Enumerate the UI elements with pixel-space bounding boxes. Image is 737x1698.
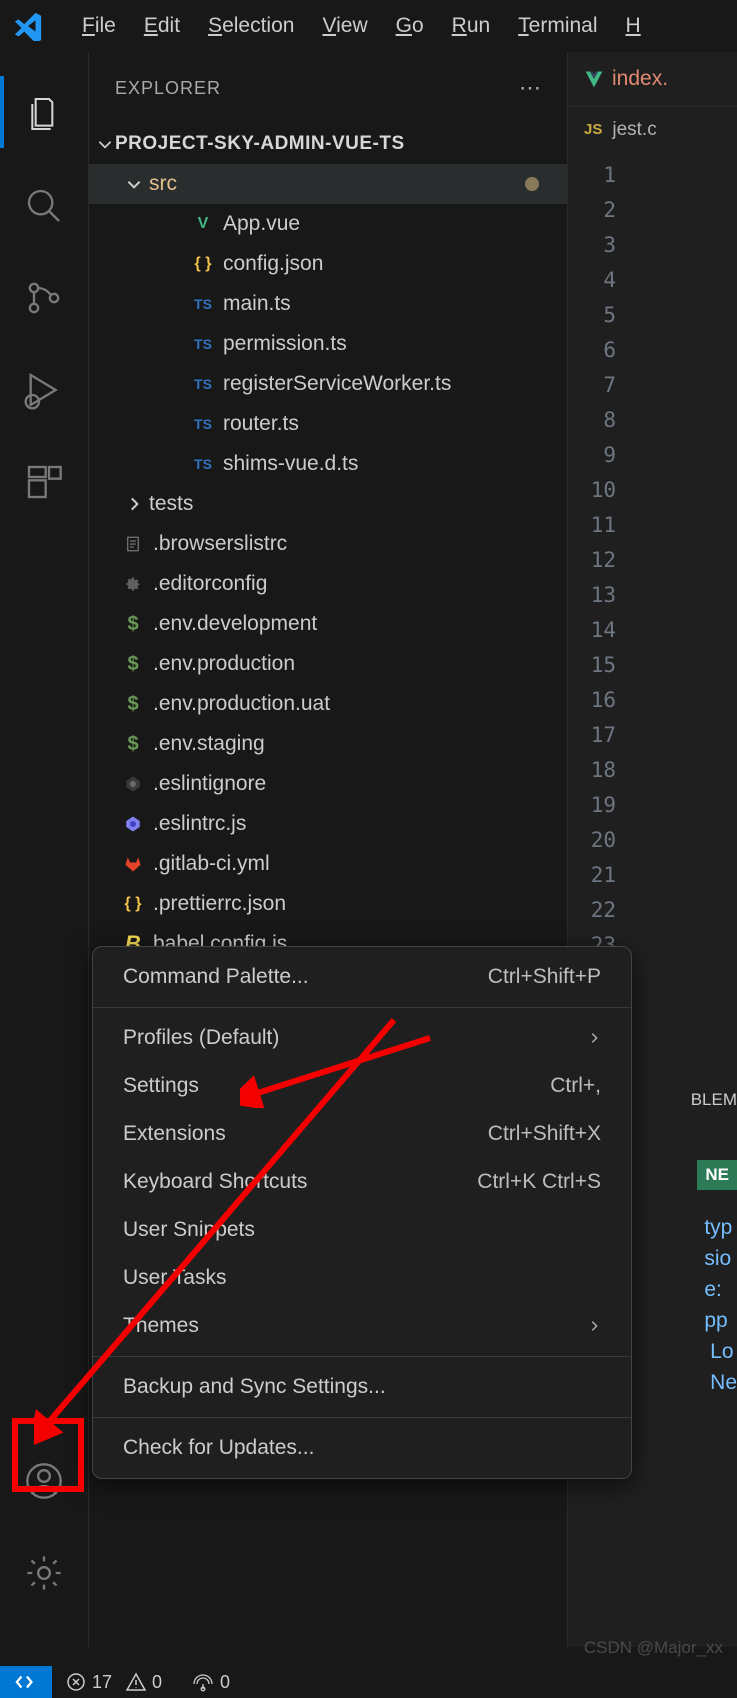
folder-tests[interactable]: tests bbox=[89, 484, 567, 524]
file-config.json[interactable]: { }config.json bbox=[89, 244, 567, 284]
status-bar: 17 0 0 bbox=[0, 1666, 737, 1698]
js-file-icon: JS bbox=[584, 121, 602, 138]
file-.env.staging[interactable]: $.env.staging bbox=[89, 724, 567, 764]
menu-terminal[interactable]: Terminal bbox=[504, 14, 611, 37]
menu-item-themes[interactable]: Themes bbox=[93, 1302, 631, 1350]
menu-separator bbox=[93, 1007, 631, 1008]
menu-selection[interactable]: Selection bbox=[194, 14, 308, 37]
line-number: 1 bbox=[578, 158, 616, 193]
menu-file[interactable]: File bbox=[68, 14, 130, 37]
line-number: 13 bbox=[578, 578, 616, 613]
menu-go[interactable]: Go bbox=[382, 14, 438, 37]
file-.eslintrc.js[interactable]: .eslintrc.js bbox=[89, 804, 567, 844]
line-number: 8 bbox=[578, 403, 616, 438]
line-number: 16 bbox=[578, 683, 616, 718]
file-.browserslistrc[interactable]: .browserslistrc bbox=[89, 524, 567, 564]
sidebar-title: EXPLORER bbox=[115, 78, 221, 99]
status-warnings[interactable]: 0 bbox=[126, 1672, 162, 1693]
file-shims-vue.d.ts[interactable]: TSshims-vue.d.ts bbox=[89, 444, 567, 484]
code-fragment: typsioe:pp Lo Ne bbox=[704, 1212, 737, 1398]
line-number: 3 bbox=[578, 228, 616, 263]
remote-indicator-icon[interactable] bbox=[0, 1666, 52, 1698]
line-number: 11 bbox=[578, 508, 616, 543]
line-number: 17 bbox=[578, 718, 616, 753]
line-number: 18 bbox=[578, 753, 616, 788]
status-errors[interactable]: 17 bbox=[66, 1672, 112, 1693]
file-.prettierrc.json[interactable]: { }.prettierrc.json bbox=[89, 884, 567, 924]
line-number-gutter: 1234567891011121314151617181920212223 bbox=[568, 152, 737, 963]
annotation-highlight-box bbox=[12, 1418, 84, 1492]
vscode-logo-icon bbox=[8, 6, 48, 46]
line-number: 5 bbox=[578, 298, 616, 333]
problems-tab-fragment[interactable]: BLEM bbox=[691, 1090, 737, 1110]
folder-src[interactable]: src bbox=[89, 164, 567, 204]
editor-tab-index[interactable]: index. bbox=[568, 52, 737, 106]
status-ports[interactable]: 0 bbox=[192, 1672, 230, 1693]
line-number: 2 bbox=[578, 193, 616, 228]
menu-separator bbox=[93, 1417, 631, 1418]
line-number: 12 bbox=[578, 543, 616, 578]
line-number: 6 bbox=[578, 333, 616, 368]
file-main.ts[interactable]: TSmain.ts bbox=[89, 284, 567, 324]
file-.env.production[interactable]: $.env.production bbox=[89, 644, 567, 684]
active-indicator bbox=[0, 76, 4, 148]
line-number: 10 bbox=[578, 473, 616, 508]
watermark-text: CSDN @Major_xx bbox=[584, 1638, 723, 1658]
menu-item-settings[interactable]: SettingsCtrl+, bbox=[93, 1062, 631, 1110]
menu-bar: FileEditSelectionViewGoRunTerminalH bbox=[0, 0, 737, 52]
menu-item-backup-and-sync-settings-[interactable]: Backup and Sync Settings... bbox=[93, 1363, 631, 1411]
manage-gear-icon[interactable] bbox=[16, 1541, 72, 1605]
chevron-right-icon bbox=[125, 495, 149, 513]
manage-context-menu: Command Palette...Ctrl+Shift+P Profiles (… bbox=[92, 946, 632, 1479]
menu-run[interactable]: Run bbox=[438, 14, 505, 37]
editor-tab-jest[interactable]: JS jest.c bbox=[568, 106, 737, 152]
activity-bar bbox=[0, 52, 88, 1647]
file-.env.development[interactable]: $.env.development bbox=[89, 604, 567, 644]
menu-h[interactable]: H bbox=[612, 14, 655, 37]
line-number: 21 bbox=[578, 858, 616, 893]
line-number: 20 bbox=[578, 823, 616, 858]
file-.env.production.uat[interactable]: $.env.production.uat bbox=[89, 684, 567, 724]
line-number: 19 bbox=[578, 788, 616, 823]
line-number: 9 bbox=[578, 438, 616, 473]
line-number: 4 bbox=[578, 263, 616, 298]
file-.editorconfig[interactable]: .editorconfig bbox=[89, 564, 567, 604]
explorer-icon[interactable] bbox=[16, 82, 72, 146]
menu-item-profiles-default-[interactable]: Profiles (Default) bbox=[93, 1014, 631, 1062]
menu-edit[interactable]: Edit bbox=[130, 14, 194, 37]
chevron-down-icon bbox=[95, 135, 115, 153]
menu-separator bbox=[93, 1356, 631, 1357]
run-debug-icon[interactable] bbox=[16, 358, 72, 422]
line-number: 22 bbox=[578, 893, 616, 928]
menu-item-user-snippets[interactable]: User Snippets bbox=[93, 1206, 631, 1254]
outline-tab-fragment[interactable]: NE bbox=[697, 1160, 737, 1190]
menu-item-command-palette-[interactable]: Command Palette...Ctrl+Shift+P bbox=[93, 953, 631, 1001]
project-header[interactable]: PROJECT-SKY-ADMIN-VUE-TS bbox=[89, 124, 567, 164]
file-.eslintignore[interactable]: .eslintignore bbox=[89, 764, 567, 804]
line-number: 15 bbox=[578, 648, 616, 683]
menu-item-keyboard-shortcuts[interactable]: Keyboard ShortcutsCtrl+K Ctrl+S bbox=[93, 1158, 631, 1206]
menu-view[interactable]: View bbox=[308, 14, 381, 37]
source-control-icon[interactable] bbox=[16, 266, 72, 330]
line-number: 7 bbox=[578, 368, 616, 403]
search-icon[interactable] bbox=[16, 174, 72, 238]
file-.gitlab-ci.yml[interactable]: .gitlab-ci.yml bbox=[89, 844, 567, 884]
sidebar-more-icon[interactable]: ⋯ bbox=[519, 75, 541, 101]
dirty-indicator-icon bbox=[525, 177, 539, 191]
extensions-icon[interactable] bbox=[16, 450, 72, 514]
menu-item-user-tasks[interactable]: User Tasks bbox=[93, 1254, 631, 1302]
chevron-right-icon bbox=[587, 1031, 601, 1045]
file-router.ts[interactable]: TSrouter.ts bbox=[89, 404, 567, 444]
chevron-down-icon bbox=[125, 175, 149, 193]
file-App.vue[interactable]: VApp.vue bbox=[89, 204, 567, 244]
menu-item-check-for-updates-[interactable]: Check for Updates... bbox=[93, 1424, 631, 1472]
menu-item-extensions[interactable]: ExtensionsCtrl+Shift+X bbox=[93, 1110, 631, 1158]
file-permission.ts[interactable]: TSpermission.ts bbox=[89, 324, 567, 364]
chevron-right-icon bbox=[587, 1319, 601, 1333]
vue-file-icon bbox=[584, 69, 604, 89]
line-number: 14 bbox=[578, 613, 616, 648]
file-registerServiceWorker.ts[interactable]: TSregisterServiceWorker.ts bbox=[89, 364, 567, 404]
